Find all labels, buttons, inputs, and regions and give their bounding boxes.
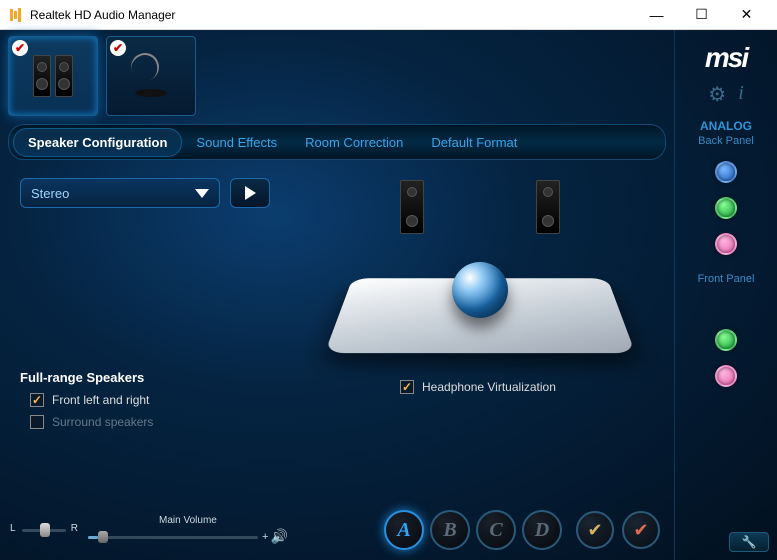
apply-button[interactable]: ✔	[576, 511, 614, 549]
device-speakers[interactable]: ✔	[8, 36, 98, 116]
balance-left-label: L	[10, 523, 16, 534]
volume-plus-icon: +	[262, 531, 268, 543]
checkbox-front-lr[interactable]	[30, 393, 44, 407]
checkbox-surround-label: Surround speakers	[52, 415, 153, 429]
balance-right-label: R	[71, 523, 78, 534]
title-bar: Realtek HD Audio Manager — ☐ ✕	[0, 0, 777, 30]
balance-slider[interactable]: L R	[14, 517, 74, 543]
play-icon	[245, 186, 256, 200]
tab-speaker-configuration[interactable]: Speaker Configuration	[13, 128, 182, 157]
preset-a-button[interactable]: A	[384, 510, 424, 550]
back-panel-label: Back Panel	[698, 135, 754, 147]
checkbox-surround	[30, 415, 44, 429]
stage-speaker-right[interactable]	[536, 180, 560, 234]
tab-bar: Speaker Configuration Sound Effects Room…	[8, 124, 666, 160]
maximize-button[interactable]: ☐	[679, 0, 724, 29]
analog-label: ANALOG	[700, 119, 752, 133]
window-title: Realtek HD Audio Manager	[30, 8, 634, 22]
connector-settings-button[interactable]: 🔧	[729, 532, 769, 552]
main-volume-label: Main Volume	[159, 515, 217, 526]
msi-logo: msi	[705, 42, 747, 74]
stage-speaker-left[interactable]	[400, 180, 424, 234]
close-button[interactable]: ✕	[724, 0, 769, 29]
checkbox-front-lr-label: Front left and right	[52, 393, 149, 407]
speaker-stage	[330, 180, 630, 380]
play-test-button[interactable]	[230, 178, 270, 208]
microphone-icon	[131, 51, 171, 101]
preset-c-button[interactable]: C	[476, 510, 516, 550]
info-icon[interactable]: i	[738, 82, 744, 107]
full-range-title: Full-range Speakers	[20, 370, 153, 385]
tab-default-format[interactable]: Default Format	[417, 129, 531, 156]
jack-front-headphone[interactable]	[715, 329, 737, 351]
jack-back-line-in[interactable]	[715, 161, 737, 183]
device-selector-row: ✔ ✔	[0, 30, 674, 120]
volume-icon[interactable]: 🔊	[270, 528, 287, 545]
jack-back-line-out[interactable]	[715, 197, 737, 219]
speaker-mode-dropdown[interactable]: Stereo	[20, 178, 220, 208]
main-volume-slider[interactable]	[88, 529, 258, 545]
check-icon: ✔	[110, 40, 126, 56]
jack-front-mic[interactable]	[715, 365, 737, 387]
speaker-mode-value: Stereo	[31, 186, 69, 201]
chevron-down-icon	[195, 189, 209, 198]
minimize-button[interactable]: —	[634, 0, 679, 29]
device-microphone[interactable]: ✔	[106, 36, 196, 116]
jack-back-mic[interactable]	[715, 233, 737, 255]
front-panel-label: Front Panel	[698, 273, 755, 285]
preset-b-button[interactable]: B	[430, 510, 470, 550]
tab-room-correction[interactable]: Room Correction	[291, 129, 417, 156]
preset-d-button[interactable]: D	[522, 510, 562, 550]
bottom-bar: L R Main Volume + 🔊 A B C D	[0, 500, 674, 560]
speakers-icon	[33, 55, 73, 97]
settings-gear-icon[interactable]: ⚙	[708, 82, 726, 107]
headphone-virtualization-label: Headphone Virtualization	[422, 380, 556, 394]
check-icon: ✔	[12, 40, 28, 56]
checkbox-headphone-virtualization[interactable]	[400, 380, 414, 394]
tab-sound-effects[interactable]: Sound Effects	[182, 129, 291, 156]
app-icon	[8, 7, 24, 23]
cancel-button[interactable]: ✔	[622, 511, 660, 549]
side-panel: msi ⚙ i ANALOG Back Panel Front Panel 🔧	[675, 30, 777, 560]
listener-orb-icon	[452, 262, 508, 318]
